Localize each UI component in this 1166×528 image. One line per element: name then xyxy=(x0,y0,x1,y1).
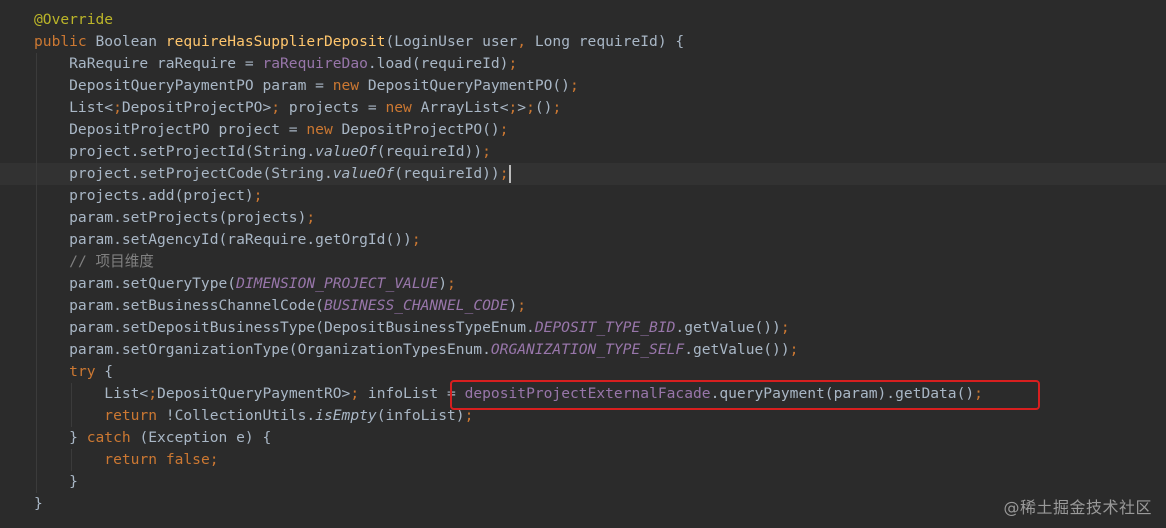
code-line-10: param.setProjects(projects); xyxy=(0,207,1166,229)
indent-guide xyxy=(36,383,37,405)
code-line-8-current: project.setProjectCode(String.valueOf(re… xyxy=(0,163,1166,185)
indent-guide xyxy=(36,427,37,449)
text-caret xyxy=(509,165,512,183)
code-line-9: projects.add(project); xyxy=(0,185,1166,207)
code-line-21: return false; xyxy=(0,449,1166,471)
indent-guide xyxy=(36,471,37,493)
code-line-16: param.setOrganizationType(OrganizationTy… xyxy=(0,339,1166,361)
indent-guide xyxy=(36,75,37,97)
code-line-4: DepositQueryPaymentPO param = new Deposi… xyxy=(0,75,1166,97)
indent-guide xyxy=(71,383,73,405)
code-line-13: param.setQueryType(DIMENSION_PROJECT_VAL… xyxy=(0,273,1166,295)
code-line-2: public Boolean requireHasSupplierDeposit… xyxy=(34,33,685,50)
indent-guide xyxy=(36,97,37,119)
indent-guide xyxy=(36,361,37,383)
code-line-19: return !CollectionUtils.isEmpty(infoList… xyxy=(0,405,1166,427)
indent-guide xyxy=(36,273,37,295)
code-line-1: @Override xyxy=(34,11,114,28)
indent-guide xyxy=(36,405,37,427)
indent-guide xyxy=(36,295,37,317)
code-line-11: param.setAgencyId(raRequire.getOrgId()); xyxy=(0,229,1166,251)
indent-guide xyxy=(71,405,73,427)
watermark: @稀土掘金技术社区 xyxy=(1003,498,1152,517)
indent-guide xyxy=(36,207,37,229)
indent-guide xyxy=(36,53,37,75)
indent-guide xyxy=(36,251,37,273)
code-line-17: try { xyxy=(0,361,1166,383)
indent-guide xyxy=(36,449,37,471)
indent-guide xyxy=(36,185,37,207)
code-editor[interactable]: @Override public Boolean requireHasSuppl… xyxy=(0,9,1166,515)
indent-guide xyxy=(36,339,37,361)
indent-guide xyxy=(36,229,37,251)
code-line-6: DepositProjectPO project = new DepositPr… xyxy=(0,119,1166,141)
code-line-15: param.setDepositBusinessType(DepositBusi… xyxy=(0,317,1166,339)
code-line-14: param.setBusinessChannelCode(BUSINESS_CH… xyxy=(0,295,1166,317)
code-line-22: } xyxy=(0,471,1166,493)
indent-guide xyxy=(36,141,37,163)
code-line-7: project.setProjectId(String.valueOf(requ… xyxy=(0,141,1166,163)
code-line-5: List<;DepositProjectPO>; projects = new … xyxy=(0,97,1166,119)
indent-guide xyxy=(36,163,37,185)
code-line-12: // 项目维度 xyxy=(0,251,1166,273)
code-line-20: } catch (Exception e) { xyxy=(0,427,1166,449)
indent-guide xyxy=(71,449,73,471)
indent-guide xyxy=(36,119,37,141)
code-line-23: } xyxy=(34,495,43,512)
indent-guide xyxy=(36,317,37,339)
code-line-3: RaRequire raRequire = raRequireDao.load(… xyxy=(0,53,1166,75)
code-line-18: List<;DepositQueryPaymentRO>; infoList =… xyxy=(0,383,1166,405)
